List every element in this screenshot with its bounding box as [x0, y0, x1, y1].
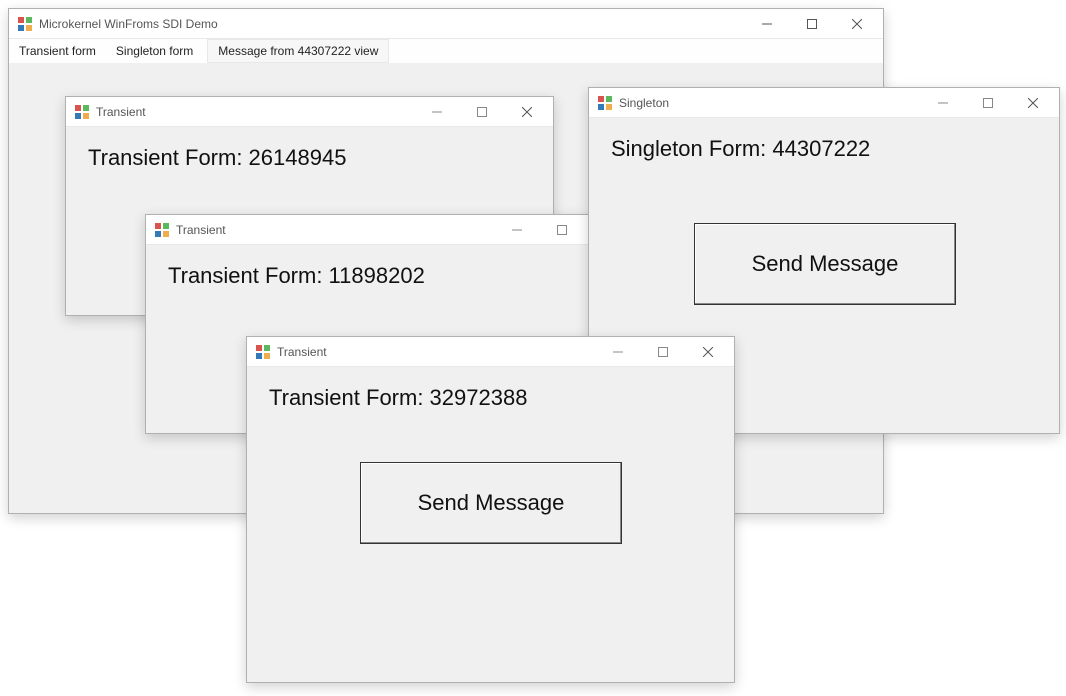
app-icon	[74, 104, 90, 120]
window-controls	[744, 10, 879, 38]
singleton-titlebar[interactable]: Singleton	[589, 88, 1059, 118]
minimize-button[interactable]	[494, 216, 539, 244]
minimize-button[interactable]	[920, 89, 965, 117]
window-controls	[920, 89, 1055, 117]
close-icon	[1028, 98, 1038, 108]
menu-transient-form[interactable]: Transient form	[9, 39, 106, 63]
menu-singleton-form[interactable]: Singleton form	[106, 39, 203, 63]
minimize-icon	[432, 107, 442, 117]
send-message-button[interactable]: Send Message	[694, 223, 956, 305]
menu-status-message: Message from 44307222 view	[207, 39, 389, 63]
transient2-title: Transient	[176, 223, 494, 237]
maximize-icon	[807, 19, 817, 29]
window-controls	[595, 338, 730, 366]
maximize-icon	[658, 347, 668, 357]
app-icon	[17, 16, 33, 32]
app-icon	[597, 95, 613, 111]
app-icon	[255, 344, 271, 360]
singleton-title: Singleton	[619, 96, 920, 110]
close-icon	[522, 107, 532, 117]
close-button[interactable]	[685, 338, 730, 366]
minimize-button[interactable]	[744, 10, 789, 38]
transient3-titlebar[interactable]: Transient	[247, 337, 734, 367]
app-icon	[154, 222, 170, 238]
close-icon	[703, 347, 713, 357]
transient2-titlebar[interactable]: Transient	[146, 215, 633, 245]
transient3-title: Transient	[277, 345, 595, 359]
maximize-button[interactable]	[640, 338, 685, 366]
main-titlebar[interactable]: Microkernel WinFroms SDI Demo	[9, 9, 883, 39]
minimize-icon	[762, 19, 772, 29]
window-controls	[414, 98, 549, 126]
transient1-titlebar[interactable]: Transient	[66, 97, 553, 127]
maximize-icon	[477, 107, 487, 117]
singleton-heading: Singleton Form: 44307222	[611, 136, 1059, 162]
transient1-heading: Transient Form: 26148945	[88, 145, 553, 171]
maximize-button[interactable]	[459, 98, 504, 126]
transient3-heading: Transient Form: 32972388	[269, 385, 734, 411]
menu-bar: Transient form Singleton form Message fr…	[9, 39, 883, 64]
maximize-button[interactable]	[539, 216, 584, 244]
close-button[interactable]	[834, 10, 879, 38]
maximize-icon	[557, 225, 567, 235]
main-title: Microkernel WinFroms SDI Demo	[39, 17, 744, 31]
close-button[interactable]	[1010, 89, 1055, 117]
close-button[interactable]	[504, 98, 549, 126]
transient-window-3: Transient Transient Form: 32972388 Send …	[246, 336, 735, 683]
minimize-button[interactable]	[414, 98, 459, 126]
maximize-button[interactable]	[965, 89, 1010, 117]
minimize-button[interactable]	[595, 338, 640, 366]
send-message-button[interactable]: Send Message	[360, 462, 622, 544]
transient1-title: Transient	[96, 105, 414, 119]
minimize-icon	[938, 98, 948, 108]
transient2-heading: Transient Form: 11898202	[168, 263, 633, 289]
close-icon	[852, 19, 862, 29]
maximize-button[interactable]	[789, 10, 834, 38]
minimize-icon	[512, 225, 522, 235]
maximize-icon	[983, 98, 993, 108]
minimize-icon	[613, 347, 623, 357]
